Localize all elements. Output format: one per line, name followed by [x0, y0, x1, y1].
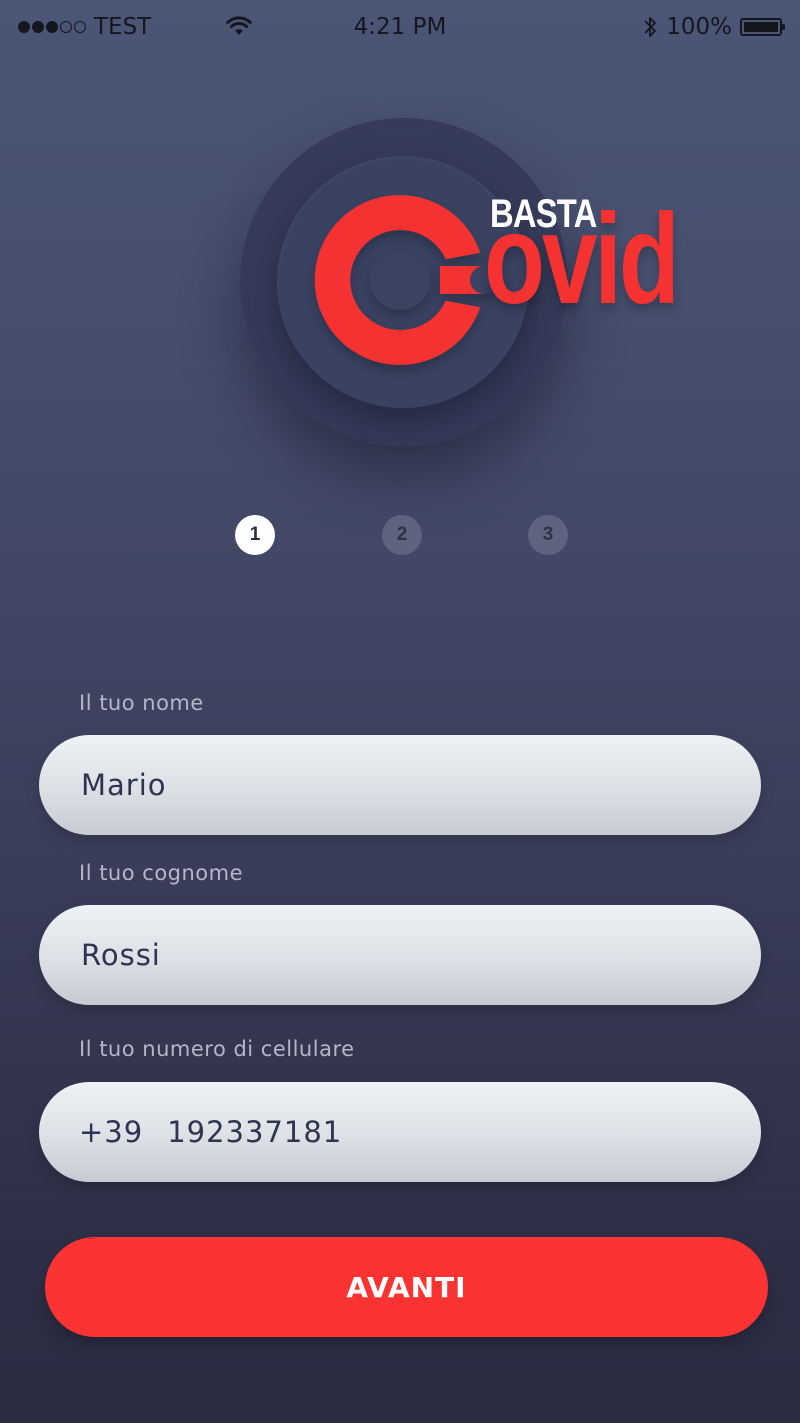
battery-percent: 100%	[666, 14, 732, 40]
battery-group: 100%	[642, 14, 785, 40]
last-name-input[interactable]	[79, 937, 761, 973]
phone-country-prefix[interactable]: +39	[79, 1115, 143, 1149]
battery-icon	[740, 18, 785, 36]
status-bar: TEST 4:21 PM 100%	[0, 0, 800, 56]
step-3-indicator: 3	[528, 515, 568, 555]
last-name-label: Il tuo cognome	[79, 861, 244, 885]
phone-label: Il tuo numero di cellulare	[79, 1037, 355, 1061]
logo-ovid-text: ovid	[484, 188, 680, 331]
phone-input[interactable]	[165, 1114, 761, 1150]
bluetooth-icon	[644, 17, 657, 37]
first-name-input[interactable]	[79, 767, 761, 803]
step-2-indicator: 2	[382, 515, 422, 555]
last-name-field[interactable]	[39, 905, 761, 1005]
first-name-field[interactable]	[39, 735, 761, 835]
avanti-button[interactable]: AVANTI	[45, 1237, 768, 1337]
step-1-indicator: 1	[235, 515, 275, 555]
phone-field[interactable]: +39	[39, 1082, 761, 1182]
first-name-label: Il tuo nome	[79, 691, 204, 715]
